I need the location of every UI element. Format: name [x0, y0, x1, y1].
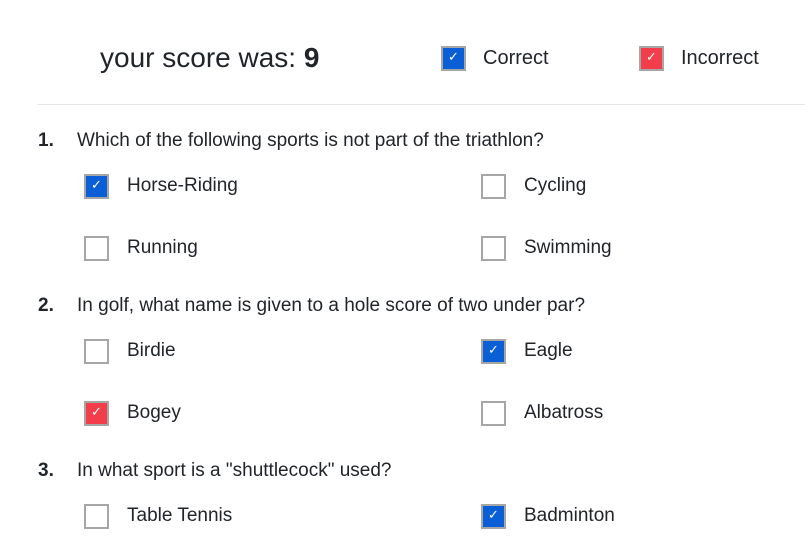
score-display: your score was: 9 — [100, 38, 319, 78]
question-text: In golf, what name is given to a hole sc… — [77, 295, 586, 316]
option-bogey[interactable]: ✓ Bogey — [84, 399, 181, 427]
option-checkbox[interactable] — [84, 235, 109, 261]
score-label: your score was: — [100, 42, 297, 73]
option-label: Table Tennis — [127, 505, 233, 526]
legend-incorrect-label: Incorrect — [681, 46, 759, 69]
option-label: Eagle — [524, 340, 573, 361]
option-label: Birdie — [127, 340, 176, 361]
check-icon: ✓ — [488, 508, 499, 524]
option-checkbox[interactable] — [84, 503, 109, 529]
option-albatross[interactable]: Albatross — [481, 399, 603, 427]
check-icon: ✓ — [488, 343, 499, 359]
option-label: Horse-Riding — [127, 175, 238, 196]
option-checkbox[interactable]: ✓ — [84, 400, 109, 426]
question-number: 1. — [38, 130, 54, 151]
option-label: Running — [127, 237, 198, 258]
option-checkbox[interactable] — [481, 173, 506, 199]
question-number: 2. — [38, 295, 54, 316]
score-value: 9 — [303, 42, 320, 73]
legend-incorrect-swatch: ✓ — [639, 45, 664, 71]
option-checkbox[interactable] — [481, 235, 506, 261]
check-icon: ✓ — [91, 178, 102, 194]
option-checkbox[interactable]: ✓ — [481, 503, 506, 529]
header-divider — [37, 104, 805, 105]
option-label: Badminton — [524, 505, 615, 526]
option-running[interactable]: Running — [84, 234, 198, 262]
option-checkbox[interactable] — [84, 338, 109, 364]
option-checkbox[interactable]: ✓ — [84, 173, 109, 199]
option-birdie[interactable]: Birdie — [84, 337, 176, 365]
results-header: your score was: 9 ✓ Correct ✓ Incorrect — [0, 0, 805, 106]
option-label: Swimming — [524, 237, 612, 258]
question-number: 3. — [38, 460, 54, 481]
option-horse-riding[interactable]: ✓ Horse-Riding — [84, 172, 238, 200]
option-checkbox[interactable] — [481, 400, 506, 426]
check-icon: ✓ — [646, 50, 657, 66]
option-label: Cycling — [524, 175, 587, 196]
option-label: Bogey — [127, 402, 181, 423]
legend-incorrect: ✓ Incorrect — [639, 44, 759, 72]
option-swimming[interactable]: Swimming — [481, 234, 612, 262]
legend-correct-label: Correct — [483, 46, 549, 69]
option-label: Albatross — [524, 402, 604, 423]
check-icon: ✓ — [448, 50, 459, 66]
option-cycling[interactable]: Cycling — [481, 172, 586, 200]
question-text: In what sport is a "shuttlecock" used? — [77, 460, 392, 481]
question-text: Which of the following sports is not par… — [77, 130, 544, 151]
option-table-tennis[interactable]: Table Tennis — [84, 502, 232, 530]
check-icon: ✓ — [91, 405, 102, 421]
legend-correct-swatch: ✓ — [441, 45, 466, 71]
option-checkbox[interactable]: ✓ — [481, 338, 506, 364]
legend-correct: ✓ Correct — [441, 44, 549, 72]
option-badminton[interactable]: ✓ Badminton — [481, 502, 615, 530]
option-eagle[interactable]: ✓ Eagle — [481, 337, 573, 365]
